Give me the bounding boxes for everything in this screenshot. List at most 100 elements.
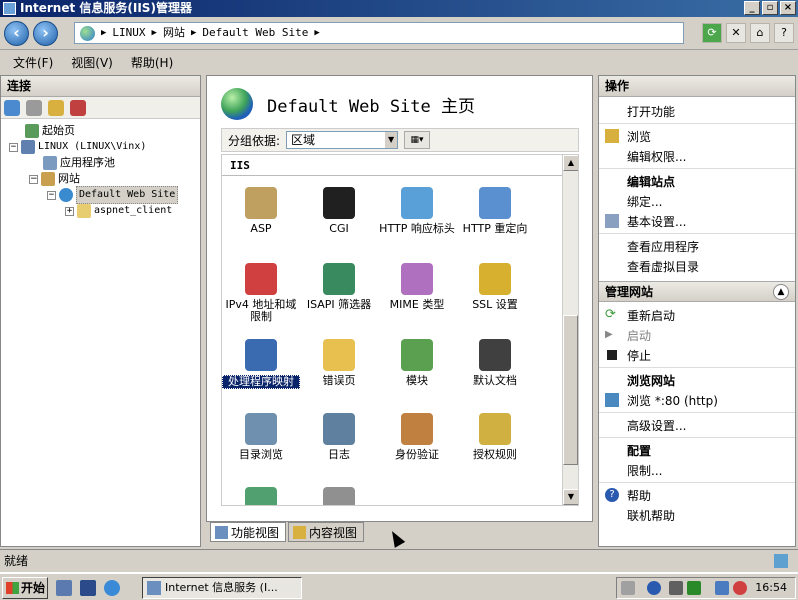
minimize-button[interactable]: _ — [744, 1, 760, 15]
divider — [599, 367, 795, 368]
save-icon[interactable] — [26, 99, 42, 116]
page-title: Default Web Site 主页 — [221, 88, 475, 120]
feature-default-document[interactable]: 默认文档 — [456, 339, 534, 387]
feature-handler-mappings[interactable]: 处理程序映射 — [222, 339, 300, 389]
up-folder-icon[interactable] — [48, 99, 64, 116]
browse-site-icon — [605, 393, 619, 407]
feature-ipv4-restrictions[interactable]: IPv4 地址和域限制 — [222, 263, 300, 323]
collapse-icon[interactable]: − — [9, 142, 18, 152]
action-edit-permissions[interactable]: 编辑权限... — [627, 148, 686, 165]
handler-mappings-icon — [245, 339, 277, 371]
internet-explorer-icon[interactable] — [104, 580, 120, 596]
group-by-label: 分组依据: — [228, 133, 281, 148]
taskbar-iis-manager[interactable]: Internet 信息服务 (I... — [142, 577, 302, 599]
action-advanced-settings[interactable]: 高级设置... — [627, 417, 686, 434]
action-view-virtual-dirs[interactable]: 查看虚拟目录 — [627, 258, 699, 275]
action-browse-port-80[interactable]: 浏览 *:80 (http) — [627, 392, 718, 409]
speaker-muted-icon[interactable] — [733, 581, 747, 595]
features-scrollbar[interactable]: ▲ ▼ — [562, 155, 578, 505]
tree-server[interactable]: − LINUX (LINUX\Vinx) — [9, 139, 146, 155]
features-list: IIS ASP CGI HTTP 响应标头 HTTP 重定向 IPv4 地址和域… — [221, 154, 579, 506]
divider — [599, 412, 795, 413]
action-restart[interactable]: 重新启动 — [627, 307, 675, 324]
action-basic-settings[interactable]: 基本设置... — [627, 213, 686, 230]
action-browse[interactable]: 浏览 — [627, 128, 651, 145]
network-tray-icon[interactable] — [715, 581, 729, 595]
help-tray-icon[interactable] — [647, 581, 661, 595]
feature-mime-types[interactable]: MIME 类型 — [378, 263, 456, 311]
error-pages-icon — [323, 339, 355, 371]
home-icon[interactable]: ⌂ — [750, 23, 770, 43]
menu-file[interactable]: 文件(F) — [13, 54, 53, 71]
feature-asp[interactable]: ASP — [222, 187, 300, 235]
feature-isapi-filters[interactable]: ISAPI 筛选器 — [300, 263, 378, 311]
feature-request-filtering[interactable] — [300, 487, 378, 505]
feature-error-pages[interactable]: 错误页 — [300, 339, 378, 387]
refresh-icon[interactable]: ⟳ — [702, 23, 722, 43]
feature-http-redirect[interactable]: HTTP 重定向 — [456, 187, 534, 235]
tree-app-pools[interactable]: 应用程序池 — [43, 155, 115, 171]
address-breadcrumb[interactable]: ▶ LINUX ▶ 网站 ▶ Default Web Site ▶ — [74, 22, 684, 44]
menu-view[interactable]: 视图(V) — [71, 54, 113, 71]
section-header: IIS — [230, 159, 250, 172]
forward-button[interactable]: › — [33, 21, 58, 46]
stop-icon[interactable]: ✕ — [726, 23, 746, 43]
globe-icon — [59, 188, 73, 202]
action-limits[interactable]: 限制... — [627, 462, 662, 479]
tree-default-web-site[interactable]: − Default Web Site — [47, 186, 179, 204]
site-globe-icon — [221, 88, 253, 120]
show-desktop-icon[interactable] — [80, 580, 96, 596]
keyboard-icon[interactable] — [621, 581, 635, 595]
feature-ssl-settings[interactable]: SSL 设置 — [456, 263, 534, 311]
start-button[interactable]: 开始 — [2, 577, 48, 599]
action-bindings[interactable]: 绑定... — [627, 193, 662, 210]
feature-directory-browsing[interactable]: 目录浏览 — [222, 413, 300, 461]
feature-authentication[interactable]: 身份验证 — [378, 413, 456, 461]
maximize-button[interactable]: ▫ — [762, 1, 778, 15]
scroll-down-icon[interactable]: ▼ — [563, 489, 578, 505]
menu-help[interactable]: 帮助(H) — [131, 54, 173, 71]
input-method-icon[interactable] — [669, 581, 683, 595]
feature-authorization-rules[interactable]: 授权规则 — [456, 413, 534, 461]
tab-features-view[interactable]: 功能视图 — [210, 522, 287, 542]
action-view-applications[interactable]: 查看应用程序 — [627, 238, 699, 255]
breadcrumb-sites[interactable]: 网站 — [163, 23, 185, 43]
clock[interactable]: 16:54 — [755, 578, 787, 598]
server-manager-icon[interactable] — [56, 580, 72, 596]
breadcrumb-server[interactable]: LINUX — [112, 23, 145, 43]
feature-cgi[interactable]: CGI — [300, 187, 378, 235]
collapse-icon[interactable]: − — [47, 190, 56, 200]
help-icon[interactable]: ? — [774, 23, 794, 43]
breadcrumb-site[interactable]: Default Web Site — [202, 23, 308, 43]
feature-output-caching[interactable] — [222, 487, 300, 505]
tree-start-page[interactable]: 起始页 — [25, 123, 75, 139]
back-button[interactable]: ‹ — [4, 21, 29, 46]
mouse-cursor — [386, 528, 406, 548]
feature-logging[interactable]: 日志 — [300, 413, 378, 461]
chevron-up-icon[interactable]: ▲ — [773, 284, 789, 300]
status-tray-icon[interactable] — [687, 581, 701, 595]
connect-icon[interactable] — [4, 99, 20, 116]
feature-modules[interactable]: 模块 — [378, 339, 456, 387]
network-icon — [774, 554, 788, 568]
tree-aspnet-client[interactable]: + aspnet_client — [65, 203, 172, 219]
tree-sites[interactable]: − 网站 — [29, 171, 80, 187]
collapse-icon[interactable]: − — [29, 174, 38, 184]
browse-folder-icon — [605, 129, 619, 143]
directory-browsing-icon — [245, 413, 277, 445]
feature-http-response-headers[interactable]: HTTP 响应标头 — [378, 187, 456, 235]
close-button[interactable]: × — [780, 1, 796, 15]
action-help[interactable]: 帮助 — [627, 487, 651, 504]
action-online-help[interactable]: 联机帮助 — [627, 507, 675, 524]
delete-connection-icon[interactable] — [70, 99, 86, 116]
group-by-select[interactable]: 区域 ▼ — [286, 131, 399, 149]
server-icon — [21, 140, 35, 154]
action-open-feature[interactable]: 打开功能 — [627, 103, 675, 120]
view-mode-button[interactable]: ▦▾ — [404, 131, 431, 149]
action-stop[interactable]: 停止 — [627, 347, 651, 364]
scroll-thumb[interactable] — [563, 315, 578, 465]
scroll-up-icon[interactable]: ▲ — [563, 155, 578, 171]
expand-icon[interactable]: + — [65, 206, 74, 216]
tab-content-view[interactable]: 内容视图 — [288, 522, 365, 542]
chevron-right-icon: ▶ — [101, 28, 107, 38]
